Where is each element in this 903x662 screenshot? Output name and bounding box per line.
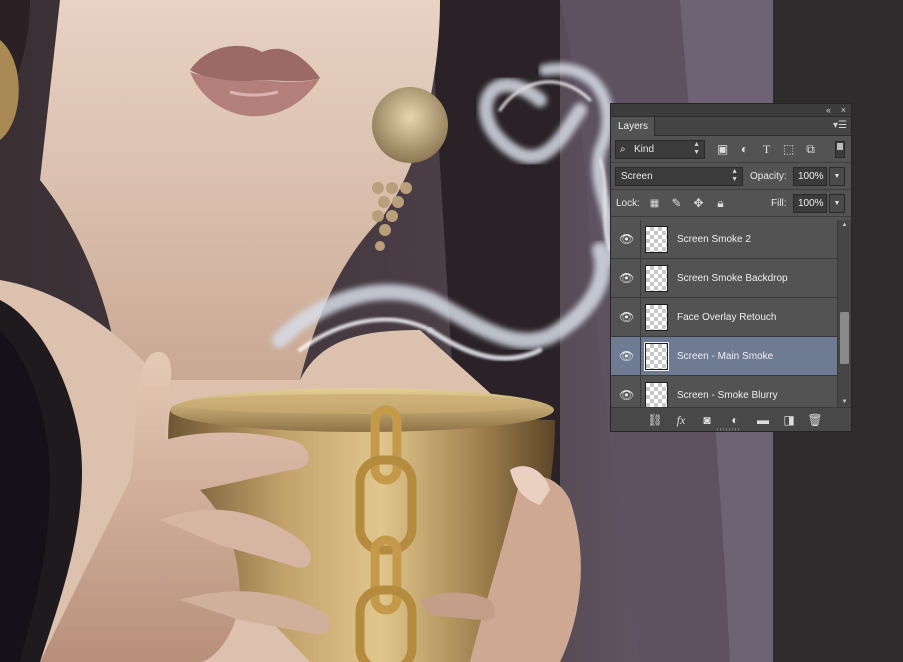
fill-label: Fill: <box>771 198 787 209</box>
layer-name: Screen - Smoke Blurry <box>677 390 778 401</box>
image-filter-icon[interactable]: ▣ <box>715 142 730 157</box>
layer-row[interactable]: 👁︎ Screen - Smoke Blurry <box>611 376 839 407</box>
new-layer-icon[interactable]: ◨ <box>781 413 797 427</box>
blend-mode-select[interactable]: Screen ▲ ▼ <box>615 167 743 186</box>
lock-image-pixels-icon[interactable]: ✎ <box>669 196 684 211</box>
layer-thumbnail <box>645 304 668 331</box>
lock-label: Lock: <box>616 198 640 209</box>
eye-icon[interactable]: 👁︎ <box>619 389 634 401</box>
panel-titlebar[interactable]: « × <box>611 104 851 117</box>
layer-name: Screen Smoke Backdrop <box>677 273 788 284</box>
layer-name: Screen Smoke 2 <box>677 234 751 245</box>
lock-all-icon[interactable]: 🔒︎ <box>713 196 728 211</box>
smart-object-filter-icon[interactable]: ⧉ <box>803 142 818 157</box>
eye-icon[interactable]: 👁︎ <box>619 233 634 245</box>
shape-filter-icon[interactable]: ⬚ <box>781 142 796 157</box>
filter-kind-label: Kind <box>634 144 655 155</box>
layer-thumbnail <box>644 342 669 371</box>
panel-tab-row: Layers ▾☰ <box>611 117 851 136</box>
close-icon[interactable]: × <box>841 104 846 116</box>
eye-icon[interactable]: 👁︎ <box>619 272 634 284</box>
adjustment-layer-icon[interactable]: ◐ <box>727 413 743 427</box>
eye-icon[interactable]: 👁︎ <box>619 311 634 323</box>
folder-icon[interactable]: ▬ <box>755 413 771 427</box>
layer-row[interactable]: 👁︎ Screen Smoke 2 <box>611 220 839 259</box>
updown-arrows-icon: ▲ ▼ <box>693 141 700 156</box>
scroll-down-arrow-icon[interactable]: ▼ <box>838 397 851 407</box>
layer-list-scrollbar[interactable]: ▲ ▼ <box>837 220 851 407</box>
layer-list[interactable]: 👁︎ Screen Smoke 2 👁︎ Screen Smoke Backdr… <box>611 220 839 407</box>
panel-menu-icon[interactable]: ▾☰ <box>833 120 847 132</box>
lock-transparent-pixels-icon[interactable]: ▦ <box>647 196 662 211</box>
blend-mode-value: Screen <box>621 171 653 182</box>
layer-row-selected[interactable]: 👁︎ Screen - Main Smoke <box>611 337 839 376</box>
layer-thumbnail <box>645 382 668 407</box>
double-chevron-left-icon[interactable]: « <box>826 104 831 116</box>
search-icon: ⌕ <box>620 144 626 155</box>
opacity-label: Opacity: <box>750 171 787 182</box>
resize-grip[interactable] <box>717 428 741 431</box>
layer-row[interactable]: 👁︎ Screen Smoke Backdrop <box>611 259 839 298</box>
layer-name: Face Overlay Retouch <box>677 312 777 323</box>
adjustment-filter-icon[interactable]: ◐ <box>737 142 752 157</box>
layer-row[interactable]: 👁︎ Face Overlay Retouch <box>611 298 839 337</box>
filter-kind-select[interactable]: ⌕ Kind ▲ ▼ <box>615 140 705 159</box>
layer-thumbnail <box>645 265 668 292</box>
trash-icon[interactable]: 🗑︎ <box>807 413 823 427</box>
scroll-up-arrow-icon[interactable]: ▲ <box>838 220 851 230</box>
filter-row: ⌕ Kind ▲ ▼ ▣ ◐ T ⬚ ⧉ <box>611 136 851 163</box>
tab-layers[interactable]: Layers <box>611 117 655 136</box>
layer-thumbnail <box>645 226 668 253</box>
filter-toggle-switch[interactable] <box>835 141 845 158</box>
link-icon[interactable]: ⛓ <box>647 413 663 427</box>
fill-dropdown-button[interactable]: ▼ <box>829 194 845 213</box>
layers-footer: ⛓ fx ◙ ◐ ▬ ◨ 🗑︎ <box>611 407 851 431</box>
fill-input[interactable]: 100% <box>793 194 827 213</box>
opacity-dropdown-button[interactable]: ▼ <box>829 167 845 186</box>
blend-row: Screen ▲ ▼ Opacity: 100% ▼ <box>611 163 851 190</box>
layer-name: Screen - Main Smoke <box>677 351 774 362</box>
lock-row: Lock: ▦ ✎ ✥ 🔒︎ Fill: 100% ▼ <box>611 190 851 217</box>
lock-position-icon[interactable]: ✥ <box>691 196 706 211</box>
mask-icon[interactable]: ◙ <box>699 413 715 427</box>
opacity-input[interactable]: 100% <box>793 167 827 186</box>
fx-icon[interactable]: fx <box>673 413 689 427</box>
eye-icon[interactable]: 👁︎ <box>619 350 634 362</box>
scrollbar-thumb[interactable] <box>840 312 849 364</box>
type-filter-icon[interactable]: T <box>759 142 774 157</box>
layers-panel[interactable]: « × Layers ▾☰ ⌕ Kind ▲ ▼ ▣ ◐ T ⬚ ⧉ Screen… <box>610 103 852 432</box>
updown-arrows-icon: ▲ ▼ <box>731 168 738 183</box>
